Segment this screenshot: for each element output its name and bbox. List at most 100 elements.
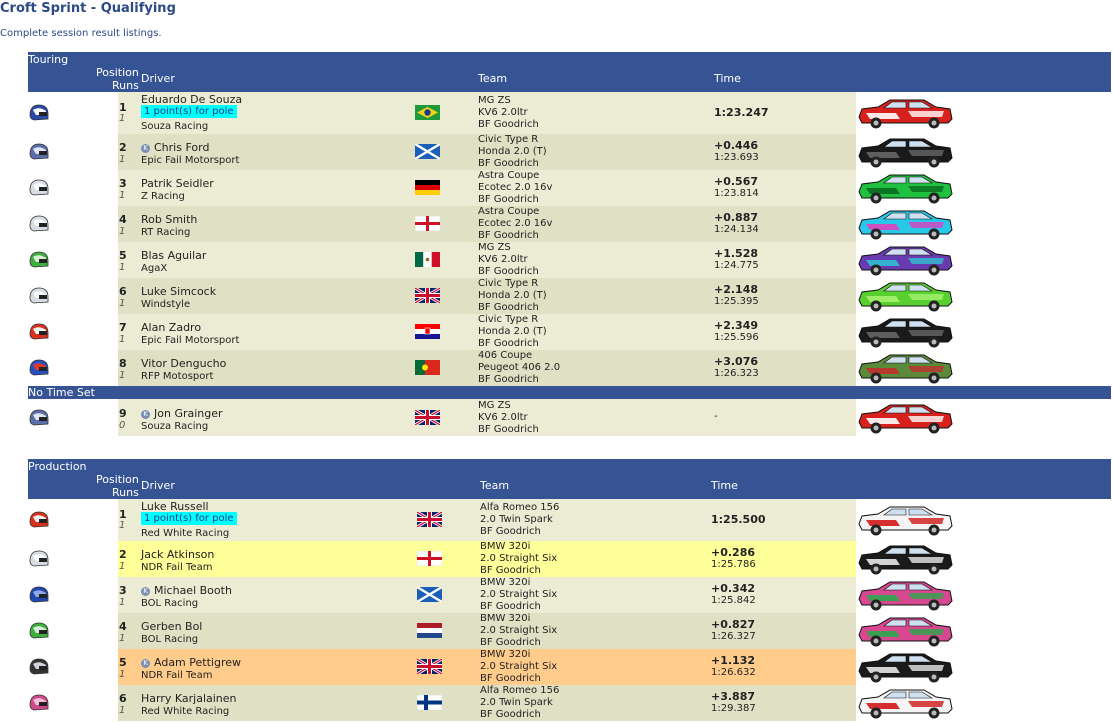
driver-name-text: Adam Pettigrew bbox=[154, 656, 241, 669]
car-info-line: BF Goodrich bbox=[478, 302, 539, 313]
flag-scotland-icon bbox=[417, 587, 442, 602]
team-name: BOL Racing bbox=[141, 598, 199, 609]
driver-name-text: Luke Simcock bbox=[141, 285, 217, 298]
runs-header: Runs bbox=[112, 486, 139, 499]
helmet-white-icon bbox=[28, 286, 50, 306]
helmet-blue-white-icon bbox=[28, 103, 50, 123]
touring-section: Touring Position Runs Driver Team Time 1… bbox=[28, 52, 1111, 436]
team-name: AgaX bbox=[141, 263, 168, 274]
helmet-red-white-icon bbox=[28, 322, 50, 342]
driver-name[interactable]: Patrik Seidler bbox=[141, 177, 214, 190]
position-number: 4 bbox=[119, 213, 127, 226]
car-livery-olive bbox=[856, 352, 954, 384]
absolute-lap-time: 1:24.134 bbox=[714, 224, 759, 235]
driver-name[interactable]: Rob Smith bbox=[141, 213, 197, 226]
car-info: Astra Coupe Ecotec 2.0 16v BF Goodrich bbox=[478, 170, 552, 206]
driver-name-text: Rob Smith bbox=[141, 213, 198, 226]
car-info-line: BF Goodrich bbox=[478, 194, 539, 205]
flag-england-icon bbox=[417, 551, 442, 566]
runs-count: 1 bbox=[119, 370, 126, 381]
result-row: 3 1 Patrik Seidler Z Racing Astra Coupe Ecote… bbox=[28, 170, 1111, 206]
runs-count: 1 bbox=[119, 561, 126, 572]
car-info: Alfa Romeo 156 2.0 Twin Spark BF Goodrich bbox=[480, 685, 559, 721]
car-livery-black-coke bbox=[856, 651, 954, 683]
car-info-line: BF Goodrich bbox=[478, 266, 539, 277]
car-livery-green bbox=[856, 172, 954, 204]
flag-uk-icon bbox=[417, 659, 442, 674]
car-info-line: BF Goodrich bbox=[480, 709, 541, 720]
car-info: MG ZS KV6 2.0ltr BF Goodrich bbox=[478, 400, 539, 436]
driver-name[interactable]: Gerben Bol bbox=[141, 620, 202, 633]
helmet-green-icon bbox=[28, 250, 50, 270]
absolute-lap-time: 1:25.395 bbox=[714, 296, 759, 307]
car-info-line: KV6 2.0ltr bbox=[478, 412, 528, 423]
driver-name-text: Alan Zadro bbox=[141, 321, 202, 334]
driver-name[interactable]: Alan Zadro bbox=[141, 321, 201, 334]
result-row: 9 0 K Jon Grainger Souza Racing MG ZS KV6 2.0l… bbox=[28, 399, 1111, 436]
car-info-line: BF Goodrich bbox=[478, 424, 539, 435]
helmet-white-icon bbox=[28, 178, 50, 198]
lap-time: +3.887 bbox=[711, 690, 756, 703]
driver-name[interactable]: Vitor Dengucho bbox=[141, 357, 226, 370]
driver-name[interactable]: Harry Karjalainen bbox=[141, 692, 237, 705]
driver-header: Driver bbox=[141, 72, 175, 85]
car-info: MG ZS KV6 2.0ltr BF Goodrich bbox=[478, 95, 539, 131]
car-info-line: BF Goodrich bbox=[480, 601, 541, 612]
absolute-lap-time: 1:23.693 bbox=[714, 152, 759, 163]
lap-time: +3.076 bbox=[714, 355, 759, 368]
car-livery-white-red bbox=[856, 687, 954, 719]
no-time-set-header: No Time Set bbox=[28, 386, 1111, 399]
car-info: BMW 320i 2.0 Straight Six BF Goodrich bbox=[480, 541, 557, 577]
lap-time: +0.887 bbox=[714, 211, 759, 224]
helmet-pink-icon bbox=[28, 693, 50, 713]
car-info-line: MG ZS bbox=[478, 242, 511, 253]
flag-finland-icon bbox=[417, 695, 442, 710]
position-number: 2 bbox=[119, 548, 127, 561]
team-name: Red White Racing bbox=[141, 706, 230, 717]
driver-name[interactable]: K Jon Grainger bbox=[141, 407, 223, 420]
car-info-line: BF Goodrich bbox=[478, 230, 539, 241]
position-number: 3 bbox=[119, 177, 127, 190]
car-info-line: BF Goodrich bbox=[480, 565, 541, 576]
car-info-line: 406 Coupe bbox=[478, 350, 533, 361]
driver-header: Driver bbox=[141, 479, 175, 492]
driver-name[interactable]: Blas Aguilar bbox=[141, 249, 206, 262]
car-livery-white-red bbox=[856, 504, 954, 536]
absolute-lap-time: 1:25.596 bbox=[714, 332, 759, 343]
team-name: Souza Racing bbox=[141, 421, 209, 432]
car-info: BMW 320i 2.0 Straight Six BF Goodrich bbox=[480, 613, 557, 649]
driver-name[interactable]: K Adam Pettigrew bbox=[141, 656, 241, 669]
lap-time: +1.528 bbox=[714, 247, 759, 260]
helmet-blue-silver-icon bbox=[28, 142, 50, 162]
team-header: Team bbox=[480, 479, 510, 492]
result-row: 5 1 K Adam Pettigrew NDR Fail Team BMW 320i 2.… bbox=[28, 649, 1111, 685]
team-name: RFP Motosport bbox=[141, 371, 214, 382]
licence-badge-icon: K bbox=[141, 410, 150, 419]
team-name: Red White Racing bbox=[141, 528, 230, 539]
absolute-lap-time: 1:26.327 bbox=[711, 631, 756, 642]
runs-count: 1 bbox=[119, 113, 126, 124]
car-info-line: BF Goodrich bbox=[478, 374, 539, 385]
car-livery-red-white bbox=[856, 402, 954, 434]
lap-time: 1:25.500 bbox=[711, 513, 766, 526]
driver-name[interactable]: Luke Simcock bbox=[141, 285, 216, 298]
flag-uk-icon bbox=[415, 410, 440, 425]
car-info-line: Civic Type R bbox=[478, 314, 539, 325]
runs-count: 1 bbox=[119, 262, 126, 273]
page-title: Croft Sprint - Qualifying bbox=[0, 1, 176, 16]
driver-name[interactable]: K Michael Booth bbox=[141, 584, 232, 597]
car-info-line: Alfa Romeo 156 bbox=[480, 685, 560, 696]
flag-scotland-icon bbox=[415, 144, 440, 159]
position-number: 4 bbox=[119, 620, 127, 633]
runs-count: 1 bbox=[119, 190, 126, 201]
production-section: Production Position Runs Driver Team Tim… bbox=[28, 459, 1111, 721]
runs-count: 0 bbox=[119, 420, 126, 431]
car-info-line: 2.0 Straight Six bbox=[480, 661, 558, 672]
driver-name[interactable]: Jack Atkinson bbox=[141, 548, 214, 561]
car-info-line: Astra Coupe bbox=[478, 170, 540, 181]
lap-time: 1:23.247 bbox=[714, 106, 769, 119]
flag-mexico-icon bbox=[415, 252, 440, 267]
position-number: 2 bbox=[119, 141, 127, 154]
team-name: NDR Fail Team bbox=[141, 670, 213, 681]
driver-name[interactable]: K Chris Ford bbox=[141, 141, 209, 154]
